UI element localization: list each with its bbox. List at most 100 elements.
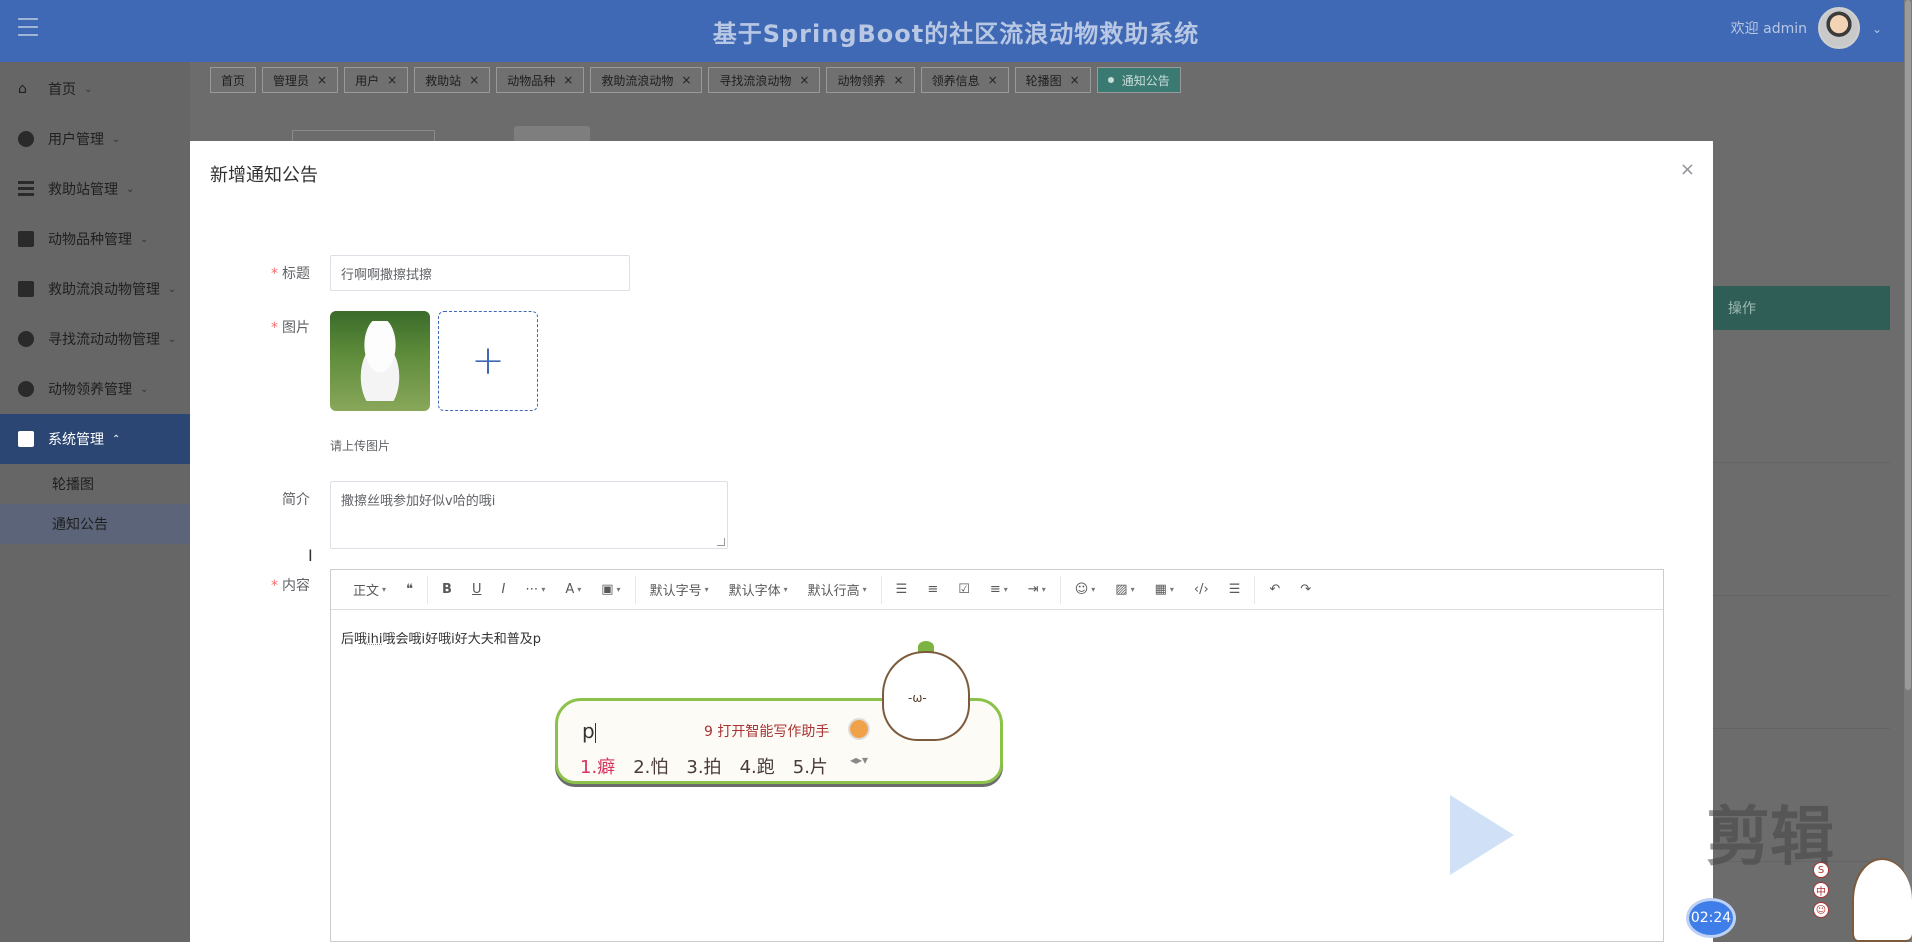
tab-admin[interactable]: 管理员 ×: [262, 67, 339, 93]
intro-label: 简介: [282, 492, 310, 508]
ime-pinyin: p: [582, 719, 596, 743]
tab-adoption[interactable]: 动物领养 ×: [826, 67, 915, 93]
sidebar-subitem-carousel[interactable]: 轮播图: [0, 464, 190, 504]
mascot-face: -ω-: [908, 691, 927, 705]
font-family-dropdown[interactable]: 默认字体 ▾: [719, 580, 798, 599]
chevron-up-icon: ⌃: [112, 433, 121, 445]
sidebar-item-rescue[interactable]: 救助流浪动物管理 ⌄: [0, 264, 190, 314]
tab-users[interactable]: 用户 ×: [344, 67, 409, 93]
tab-search-animals[interactable]: 寻找流浪动物 ×: [708, 67, 821, 93]
sidebar-item-stations[interactable]: 救助站管理 ⌄: [0, 164, 190, 214]
font-size-dropdown[interactable]: 默认字号 ▾: [640, 580, 719, 599]
close-icon[interactable]: ×: [563, 73, 573, 87]
bold-icon[interactable]: B: [432, 582, 462, 597]
ime-candidate[interactable]: 3.拍: [686, 753, 721, 779]
tab-label: 首页: [221, 73, 246, 88]
tab-breeds[interactable]: 动物品种 ×: [496, 67, 585, 93]
close-icon[interactable]: ×: [1680, 159, 1695, 180]
content-label: * 内容: [271, 578, 310, 594]
page-scrollbar[interactable]: [1904, 0, 1912, 942]
list-icon: [18, 181, 34, 197]
title-label: * 标题: [271, 266, 310, 282]
ime-candidate-window: -ω- p 9 打开智能写作助手 1.癖 2.怕 3.拍 4.跑 5.片 ◂▸▾: [555, 641, 1003, 784]
tab-adoption-info[interactable]: 领养信息 ×: [920, 67, 1009, 93]
uploaded-dog-image[interactable]: [330, 311, 430, 411]
bg-color-icon[interactable]: ▣ ▾: [591, 582, 630, 597]
image-icon[interactable]: ▨ ▾: [1105, 582, 1144, 597]
ime-candidate[interactable]: 4.跑: [740, 753, 775, 779]
close-icon[interactable]: ×: [681, 73, 691, 87]
more-icon[interactable]: ⋯ ▾: [515, 582, 555, 597]
tab-home[interactable]: 首页: [210, 67, 257, 93]
close-icon[interactable]: ×: [317, 73, 327, 87]
sidebar-item-label: 用户管理: [48, 132, 104, 148]
sidebar-item-breeds[interactable]: 动物品种管理 ⌄: [0, 214, 190, 264]
search-button[interactable]: [514, 126, 590, 142]
italic-icon[interactable]: I: [491, 582, 515, 597]
todo-icon[interactable]: ☑: [948, 582, 980, 597]
sidebar-subitem-notices[interactable]: 通知公告: [0, 504, 190, 544]
table-icon: [18, 231, 34, 247]
ime-side-button[interactable]: 中: [1813, 882, 1829, 898]
ime-side-button[interactable]: ☺: [1813, 902, 1829, 918]
align-icon[interactable]: ≡ ▾: [980, 582, 1018, 597]
user-avatar[interactable]: [1818, 7, 1860, 49]
close-icon[interactable]: ×: [469, 73, 479, 87]
ime-candidate[interactable]: 1.癖: [580, 753, 615, 779]
mascot-icon: [1852, 858, 1912, 942]
numbered-list-icon[interactable]: ≡: [917, 582, 948, 597]
close-icon[interactable]: ×: [387, 73, 397, 87]
ime-page-arrows-icon[interactable]: ◂▸▾: [850, 753, 868, 779]
chevron-down-icon[interactable]: ⌄: [1872, 22, 1882, 36]
briefcase-icon: [18, 281, 34, 297]
bullet-list-icon[interactable]: ☰: [886, 582, 918, 597]
tab-label: 动物品种: [507, 73, 556, 88]
ime-candidate[interactable]: 5.片: [793, 753, 828, 779]
resize-handle-icon[interactable]: [717, 538, 725, 546]
font-color-icon[interactable]: A ▾: [555, 582, 591, 597]
table-icon[interactable]: ▦ ▾: [1145, 582, 1184, 597]
tab-stations[interactable]: 救助站 ×: [414, 67, 491, 93]
ime-side-button[interactable]: S: [1813, 862, 1829, 878]
sidebar-item-system[interactable]: 系统管理 ⌃: [0, 414, 190, 464]
line-height-dropdown[interactable]: 默认行高 ▾: [798, 580, 877, 599]
tab-carousel[interactable]: 轮播图 ×: [1014, 67, 1091, 93]
assistant-icon[interactable]: [848, 718, 870, 740]
ime-assistant-link[interactable]: 9 打开智能写作助手: [704, 721, 829, 741]
scrollbar-thumb[interactable]: [1905, 0, 1911, 690]
quote-icon[interactable]: ❝: [396, 582, 423, 597]
editor-content[interactable]: 后哦ihi哦会哦i好哦i好大夫和普及p: [331, 610, 1663, 665]
close-icon[interactable]: ×: [894, 73, 904, 87]
undo-icon[interactable]: ↶: [1259, 582, 1290, 597]
content-text: 后哦: [341, 632, 368, 647]
underline-icon[interactable]: U: [462, 582, 492, 597]
close-icon[interactable]: ×: [1070, 73, 1080, 87]
tab-notices[interactable]: 通知公告: [1096, 67, 1181, 93]
sidebar-item-users[interactable]: 用户管理 ⌄: [0, 114, 190, 164]
close-icon[interactable]: ×: [988, 73, 998, 87]
sidebar-item-home[interactable]: ⌂ 首页 ⌄: [0, 64, 190, 114]
emoji-icon[interactable]: ☺ ▾: [1065, 582, 1106, 597]
redo-icon[interactable]: ↷: [1290, 582, 1321, 597]
code-icon[interactable]: ‹/›: [1184, 582, 1219, 597]
divider-icon[interactable]: ☰: [1219, 582, 1251, 597]
paragraph-dropdown[interactable]: 正文 ▾: [343, 580, 396, 599]
chevron-down-icon: ⌄: [126, 183, 135, 195]
title-input[interactable]: 行啊啊撒擦拭擦: [330, 255, 630, 291]
upload-button[interactable]: +: [438, 311, 538, 411]
intro-textarea[interactable]: 撒擦丝哦参加好似v哈的哦i: [330, 481, 728, 549]
recording-timer[interactable]: 02:24: [1686, 898, 1736, 938]
upload-tip: 请上传图片: [330, 439, 391, 453]
close-icon[interactable]: ×: [799, 73, 809, 87]
ime-candidate[interactable]: 2.怕: [633, 753, 668, 779]
sidebar-item-search-animals[interactable]: 寻找流动动物管理 ⌄: [0, 314, 190, 364]
tab-label: 动物领养: [837, 73, 886, 88]
indent-icon[interactable]: ⇥ ▾: [1018, 582, 1056, 597]
sidebar-item-adoption[interactable]: 动物领养管理 ⌄: [0, 364, 190, 414]
ime-side-buttons: S 中 ☺: [1813, 862, 1829, 918]
sidebar-item-label: 首页: [48, 82, 76, 98]
chevron-down-icon: ⌄: [140, 233, 149, 245]
sidebar-item-label: 救助站管理: [48, 182, 118, 198]
tab-rescue[interactable]: 救助流浪动物 ×: [590, 67, 703, 93]
tab-label: 领养信息: [931, 73, 980, 88]
